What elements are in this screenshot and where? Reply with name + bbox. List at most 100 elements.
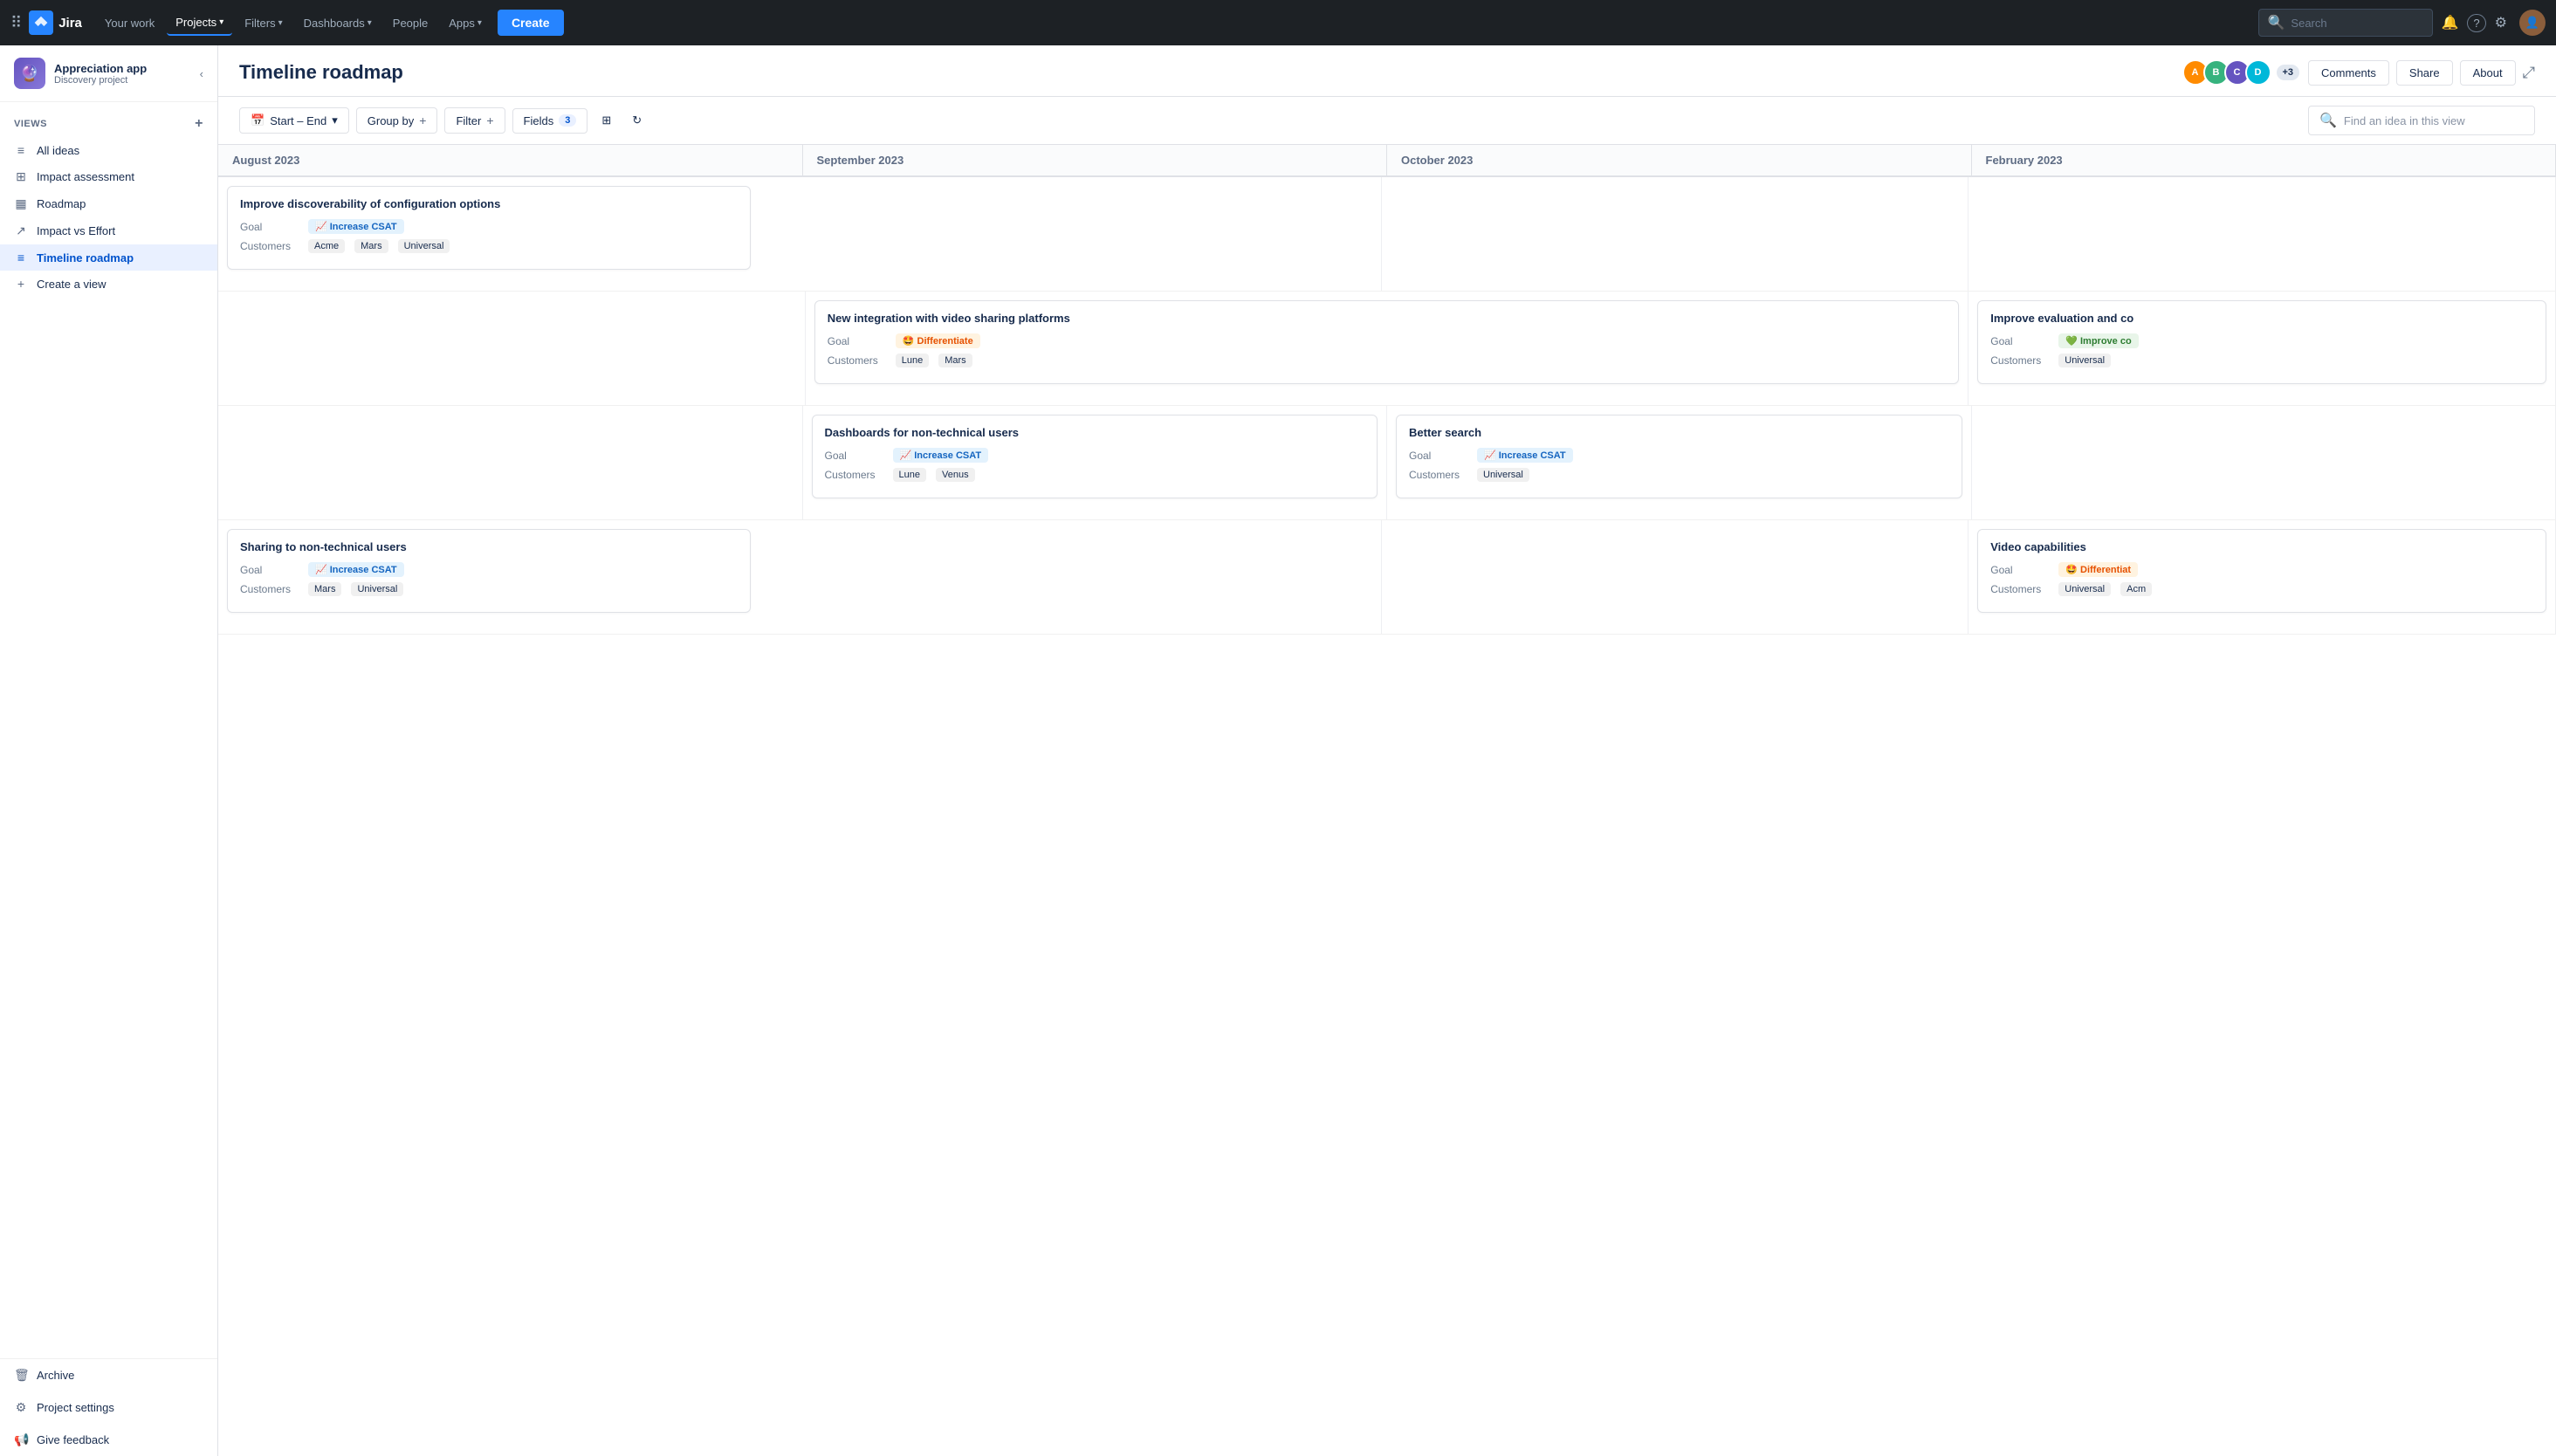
views-section-label: VIEWS + [0, 102, 217, 137]
create-button[interactable]: Create [498, 10, 564, 36]
card-title: Improve discoverability of configuration… [240, 197, 738, 210]
sidebar: 🔮 Appreciation app Discovery project ‹ V… [0, 45, 218, 1456]
grid-icon[interactable]: ⠿ [10, 14, 22, 32]
card-goal-field: Goal 📈 Increase CSAT [1409, 448, 1949, 463]
timeline-area: August 2023 September 2023 October 2023 … [218, 145, 2556, 1456]
customer-mars: Mars [308, 582, 341, 596]
card-customers-field: Customers Lune Mars [828, 354, 1947, 367]
filter-button[interactable]: Filter + [444, 107, 505, 134]
card-title: Sharing to non-technical users [240, 540, 738, 553]
card-goal-field: Goal 🤩 Differentiate [828, 333, 1947, 348]
filter-plus: + [486, 113, 493, 127]
card-dashboards[interactable]: Dashboards for non-technical users Goal … [812, 415, 1378, 498]
card-customers-field: Customers Universal [1990, 354, 2533, 367]
card-sharing[interactable]: Sharing to non-technical users Goal 📈 In… [227, 529, 751, 613]
search-input[interactable] [2291, 17, 2422, 30]
card-new-integration[interactable]: New integration with video sharing platf… [814, 300, 1960, 384]
card-customers-field: Customers Lune Venus [825, 468, 1365, 482]
sidebar-item-project-settings[interactable]: ⚙ Project settings [0, 1391, 217, 1424]
goal-badge: 📈 Increase CSAT [308, 562, 404, 577]
page-header: Timeline roadmap A B C D +3 Comments Sha… [218, 45, 2556, 97]
customer-acme: Acme [308, 239, 345, 253]
idea-search-input[interactable] [2344, 114, 2524, 127]
page-header-right: A B C D +3 Comments Share About ⤢ [2182, 59, 2536, 86]
user-avatar[interactable]: 👤 [2519, 10, 2546, 36]
create-view-icon: + [14, 277, 28, 291]
sidebar-item-timeline-roadmap[interactable]: ≡ Timeline roadmap [0, 244, 217, 271]
avatar-extra-count: +3 [2275, 63, 2302, 82]
idea-search[interactable]: 🔍 [2308, 106, 2535, 135]
filters-link[interactable]: Filters ▾ [236, 11, 291, 35]
group-by-button[interactable]: Group by + [356, 107, 438, 134]
add-view-btn[interactable]: + [195, 116, 203, 132]
view-options-button[interactable]: ⊞ [594, 108, 618, 133]
sidebar-item-archive[interactable]: 🗑 Archive [0, 1359, 217, 1391]
people-link[interactable]: People [384, 11, 436, 35]
card-customers-field: Customers Universal Acm [1990, 582, 2533, 596]
settings-icon[interactable]: ⚙ [2490, 10, 2512, 35]
your-work-link[interactable]: Your work [96, 11, 163, 35]
card-improve-evaluation[interactable]: Improve evaluation and co Goal 💚 Improve… [1977, 300, 2546, 384]
project-settings-icon: ⚙ [14, 1400, 28, 1415]
dashboards-chevron: ▾ [368, 18, 372, 28]
impact-effort-icon: ↗ [14, 223, 28, 238]
card-video-capabilities[interactable]: Video capabilities Goal 🤩 Differentiat C… [1977, 529, 2546, 613]
goal-badge: 💚 Improve co [2058, 333, 2138, 348]
search-icon: 🔍 [2268, 14, 2285, 31]
all-ideas-icon: ≡ [14, 143, 28, 157]
card-improve-discoverability[interactable]: Improve discoverability of configuration… [227, 186, 751, 270]
sidebar-collapse-icon[interactable]: ‹ [200, 67, 203, 80]
goal-badge: 📈 Increase CSAT [308, 219, 404, 234]
expand-button[interactable]: ⤢ [2523, 64, 2535, 82]
customer-acm: Acm [2120, 582, 2152, 596]
sidebar-item-give-feedback[interactable]: 📢 Give feedback [0, 1424, 217, 1456]
dashboards-link[interactable]: Dashboards ▾ [295, 11, 381, 35]
row1-col-feb [1969, 177, 2556, 291]
row4-col-oct [1382, 520, 1969, 634]
toolbar: 📅 Start – End ▾ Group by + Filter + Fiel… [218, 97, 2556, 145]
jira-logo-text: Jira [58, 16, 82, 31]
comments-button[interactable]: Comments [2308, 60, 2389, 86]
avatar-4[interactable]: D [2245, 59, 2271, 86]
about-button[interactable]: About [2460, 60, 2516, 86]
projects-link[interactable]: Projects ▾ [167, 10, 232, 36]
sidebar-item-create-view[interactable]: + Create a view [0, 271, 217, 297]
notifications-icon[interactable]: 🔔 [2436, 10, 2464, 35]
row2-col-feb: Improve evaluation and co Goal 💚 Improve… [1969, 292, 2556, 405]
goal-badge: 📈 Increase CSAT [1477, 448, 1573, 463]
card-customers-field: Customers Acme Mars Universal [240, 239, 738, 253]
start-end-button[interactable]: 📅 Start – End ▾ [239, 107, 349, 134]
sidebar-item-impact-assessment[interactable]: ⊞ Impact assessment [0, 163, 217, 190]
fields-button[interactable]: Fields 3 [512, 108, 588, 134]
project-name: Appreciation app [54, 62, 147, 75]
fields-badge: 3 [559, 114, 576, 127]
refresh-button[interactable]: ↻ [625, 108, 649, 133]
customer-venus: Venus [936, 468, 975, 482]
sidebar-item-impact-effort[interactable]: ↗ Impact vs Effort [0, 217, 217, 244]
archive-icon: 🗑 [14, 1368, 28, 1383]
sidebar-project[interactable]: 🔮 Appreciation app Discovery project ‹ [0, 45, 217, 102]
apps-chevron: ▾ [478, 18, 482, 28]
sidebar-item-all-ideas[interactable]: ≡ All ideas [0, 137, 217, 163]
projects-chevron: ▾ [219, 17, 223, 27]
share-button[interactable]: Share [2396, 60, 2453, 86]
jira-logo[interactable]: Jira [29, 10, 82, 35]
card-title: Dashboards for non-technical users [825, 426, 1365, 439]
goal-badge: 🤩 Differentiat [2058, 562, 2138, 577]
card-title: Video capabilities [1990, 540, 2533, 553]
timeline-header: August 2023 September 2023 October 2023 … [218, 145, 2556, 177]
search-bar[interactable]: 🔍 [2258, 9, 2433, 37]
card-title: Improve evaluation and co [1990, 312, 2533, 325]
sidebar-item-roadmap[interactable]: ▦ Roadmap [0, 190, 217, 217]
avatar-stack: A B C D +3 [2182, 59, 2302, 86]
give-feedback-icon: 📢 [14, 1432, 28, 1447]
timeline-col-sep: September 2023 [803, 145, 1388, 175]
customer-universal: Universal [398, 239, 450, 253]
apps-link[interactable]: Apps ▾ [440, 11, 491, 35]
card-customers-field: Customers Mars Universal [240, 582, 738, 596]
customer-mars: Mars [938, 354, 972, 367]
card-better-search[interactable]: Better search Goal 📈 Increase CSAT Custo… [1396, 415, 1962, 498]
goal-badge: 📈 Increase CSAT [893, 448, 989, 463]
sidebar-bottom: 🗑 Archive ⚙ Project settings 📢 Give feed… [0, 1358, 217, 1456]
help-icon[interactable]: ? [2467, 14, 2485, 32]
